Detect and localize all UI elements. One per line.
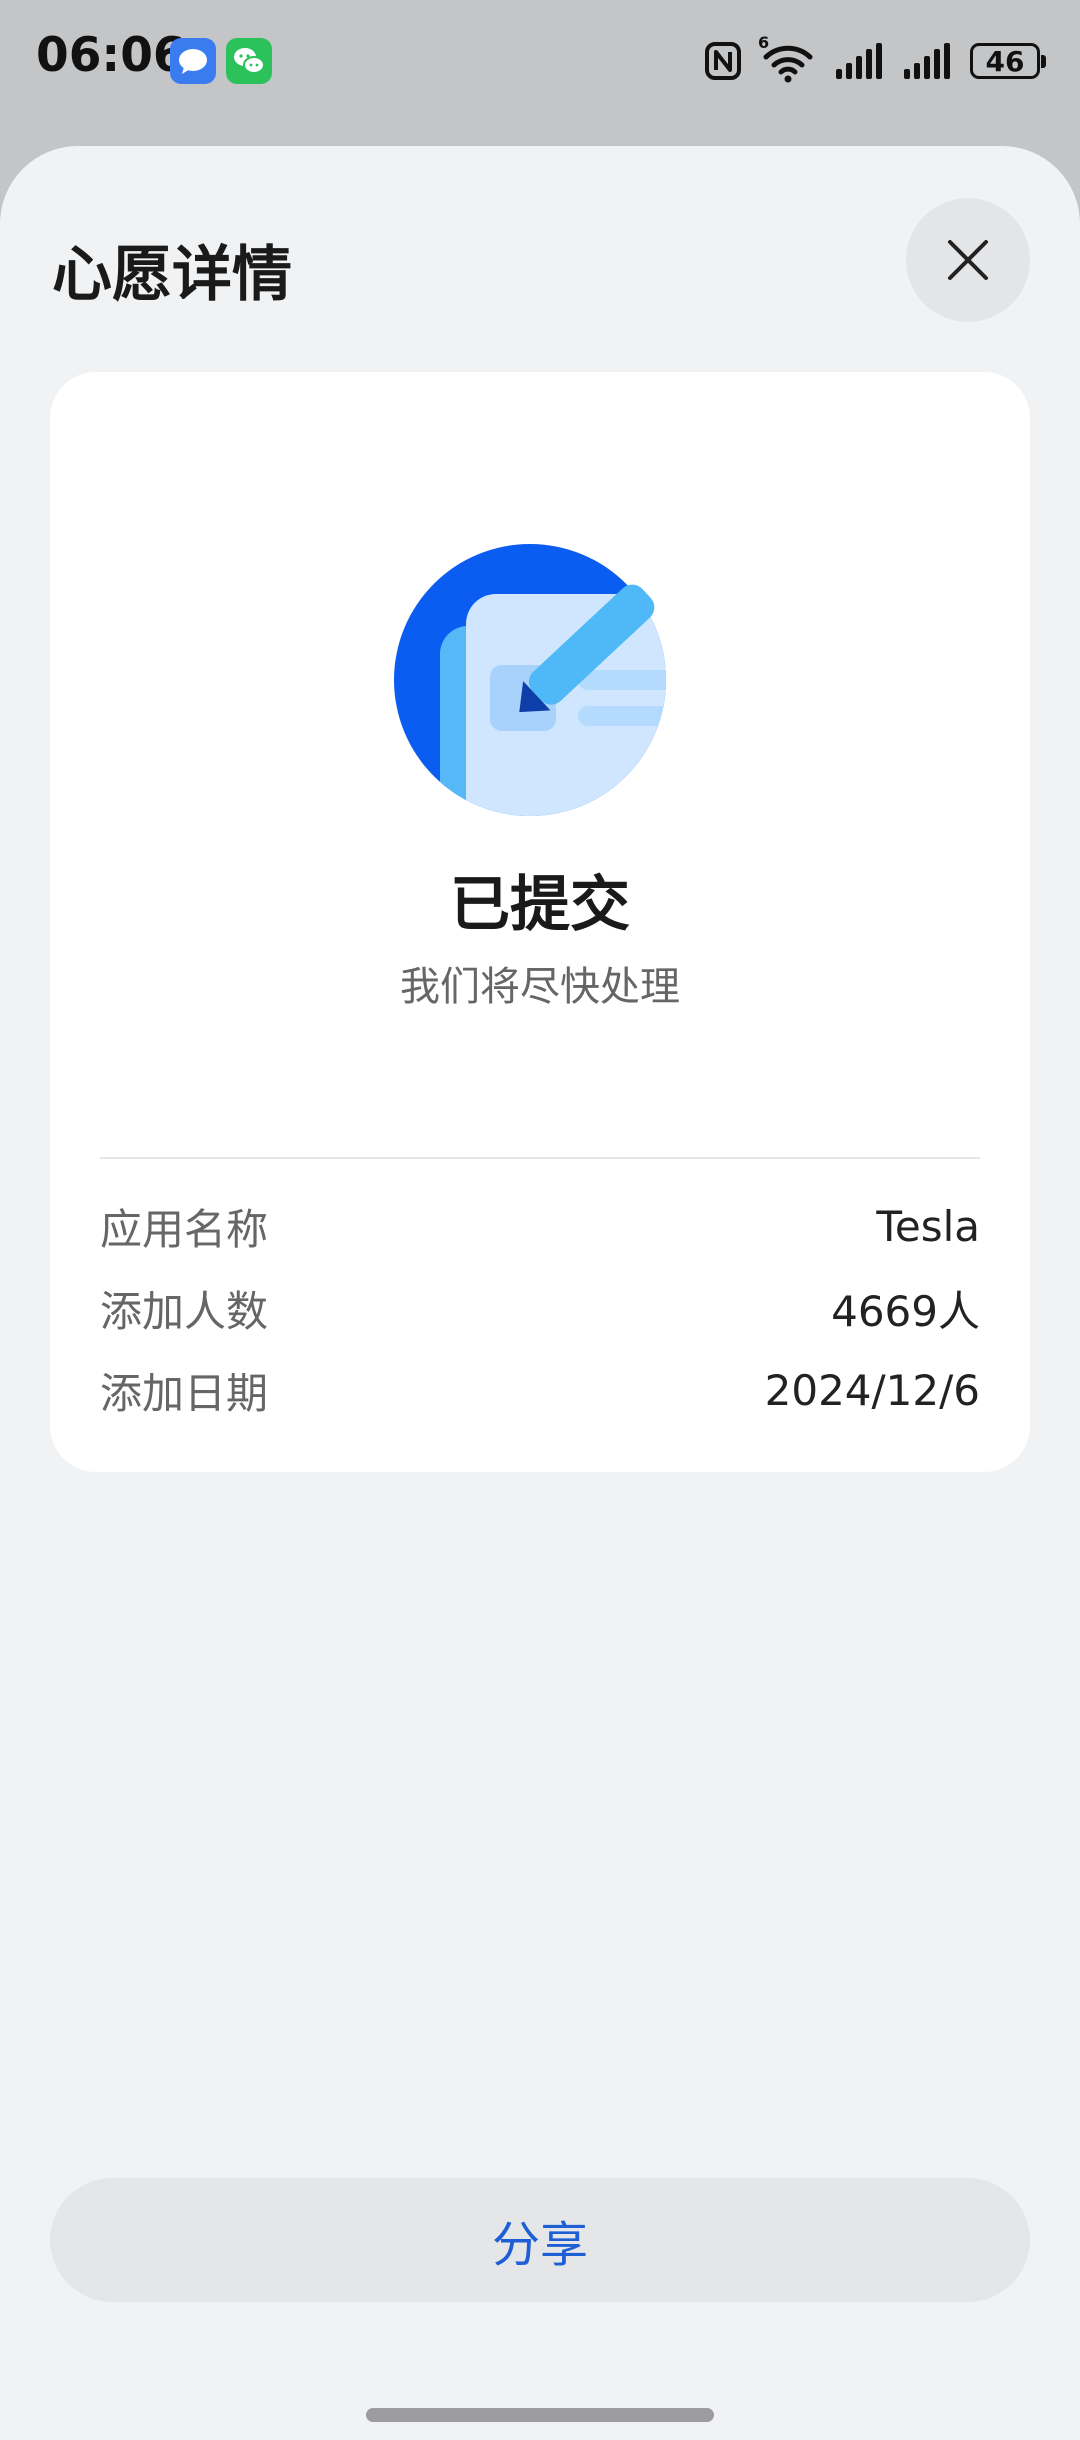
detail-value: 4669人 [831,1286,980,1336]
wish-detail-sheet: 心愿详情 已提交 我们将尽快处理 应用名称 Tesla 添加人数 4669人 添… [0,146,1080,2440]
wifi-badge: 6 [758,33,770,52]
close-icon [948,240,988,280]
detail-row-app-name: 应用名称 Tesla [100,1196,980,1256]
status-icons: 6 46 [704,33,1046,86]
wechat-icon [226,38,272,84]
detail-value: Tesla [876,1201,980,1251]
share-label: 分享 [491,2217,588,2273]
signal-icon-2 [904,43,950,79]
battery-indicator: 46 [970,43,1046,79]
home-indicator[interactable] [366,2408,714,2422]
detail-card: 已提交 我们将尽快处理 应用名称 Tesla 添加人数 4669人 添加日期 2… [50,372,1030,1472]
detail-label: 添加日期 [100,1368,269,1418]
battery-level: 46 [985,44,1025,78]
wifi-icon: 6 [758,33,816,83]
status-title: 已提交 [450,870,630,940]
message-icon [170,38,216,84]
divider [100,1157,980,1159]
close-button[interactable] [906,198,1030,322]
sheet-title: 心愿详情 [52,240,292,310]
detail-label: 添加人数 [100,1286,269,1336]
detail-row-add-count: 添加人数 4669人 [100,1278,980,1338]
detail-label: 应用名称 [100,1204,269,1254]
detail-row-add-date: 添加日期 2024/12/6 [100,1360,980,1420]
nfc-icon [705,42,741,80]
status-subtitle: 我们将尽快处理 [400,964,680,1010]
status-time: 06:06 [36,28,186,83]
status-bar: 06:06 6 46 [0,0,1080,120]
submitted-illustration-icon [394,544,666,816]
share-button[interactable]: 分享 [50,2178,1030,2302]
detail-value: 2024/12/6 [764,1365,980,1415]
signal-icon-1 [836,43,882,79]
